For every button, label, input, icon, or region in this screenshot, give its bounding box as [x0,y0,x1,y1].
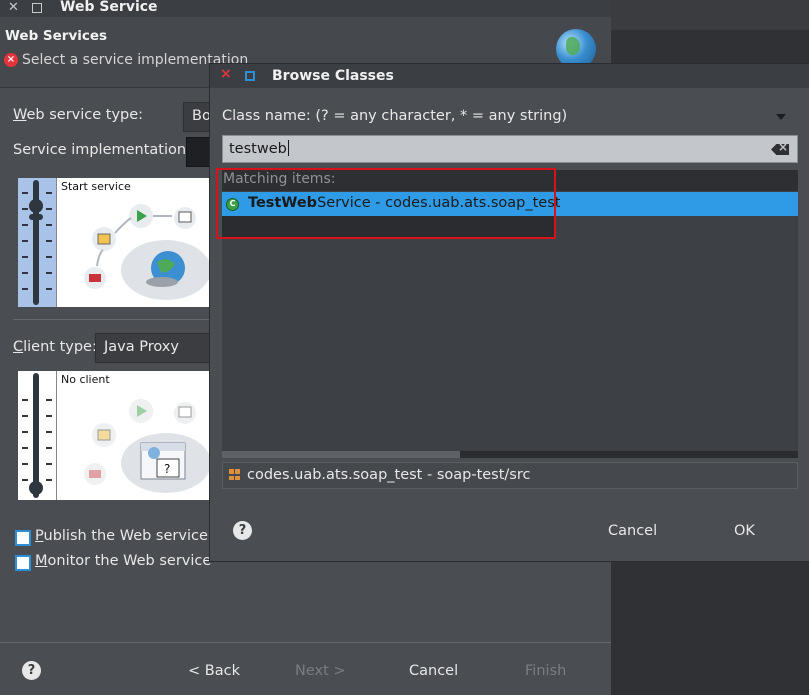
client-slider-knob[interactable] [29,481,43,495]
background-toolbar [611,0,809,30]
maximize-icon[interactable] [245,71,255,81]
dialog-title: Browse Classes [272,68,394,84]
cancel-button[interactable]: Cancel [608,523,657,539]
scrollbar-thumb[interactable] [222,451,460,458]
wizard-titlebar: ✕ Web Service [0,0,611,17]
search-value: testweb [229,140,289,157]
server-slider-knob[interactable] [29,199,43,213]
server-diagram: Start service [56,178,210,307]
monitor-label: Monitor the Web service [35,553,212,569]
maximize-icon[interactable] [32,3,42,13]
class-name-input[interactable]: testweb [222,135,798,163]
service-type-combo[interactable]: Bo [183,102,213,132]
finish-button[interactable]: Finish [525,663,566,679]
dropdown-caret-icon[interactable] [776,114,786,120]
status-bar: codes.uab.ats.soap_test - soap-test/src [222,462,798,489]
help-icon[interactable]: ? [22,661,41,680]
client-diagram-art: ? [84,399,196,485]
browse-classes-dialog: × Browse Classes Class name: (? = any ch… [210,64,809,561]
dialog-titlebar: × Browse Classes [210,64,809,88]
back-button[interactable]: < Back [188,663,240,679]
clear-icon[interactable] [771,144,789,155]
publish-checkbox[interactable] [15,530,31,546]
window-title: Web Service [60,0,158,15]
highlight-box [216,168,556,239]
cancel-button[interactable]: Cancel [409,663,458,679]
client-type-combo[interactable]: Java Proxy [95,333,213,363]
publish-label: Publish the Web service [35,528,208,544]
client-slider-panel: No client ? [18,371,210,500]
close-icon[interactable]: ✕ [8,0,19,15]
client-slider-track[interactable] [33,373,39,498]
page-title: Web Services [5,28,108,44]
service-type-label: Web service type: [13,107,144,123]
client-diagram: No client ? [56,371,210,500]
horizontal-scrollbar[interactable] [222,451,798,458]
service-impl-label: Service implementation: [13,142,191,158]
package-icon [229,469,240,480]
next-button[interactable]: Next > [295,663,346,679]
service-diagram-art [84,204,196,289]
error-icon: × [4,53,18,67]
class-name-label: Class name: (? = any character, * = any … [222,108,568,124]
service-impl-input[interactable] [186,137,212,167]
section-divider [13,319,211,320]
server-slider-panel: Start service [18,178,210,307]
footer-divider [0,642,611,643]
monitor-checkbox[interactable] [15,555,31,571]
client-type-label: Client type: [13,339,97,355]
close-icon[interactable]: × [220,66,232,82]
help-icon[interactable]: ? [233,521,252,540]
ok-button[interactable]: OK [734,523,755,539]
globe-icon [556,29,596,69]
svg-text:?: ? [164,462,170,476]
status-text: codes.uab.ats.soap_test - soap-test/src [247,467,531,483]
